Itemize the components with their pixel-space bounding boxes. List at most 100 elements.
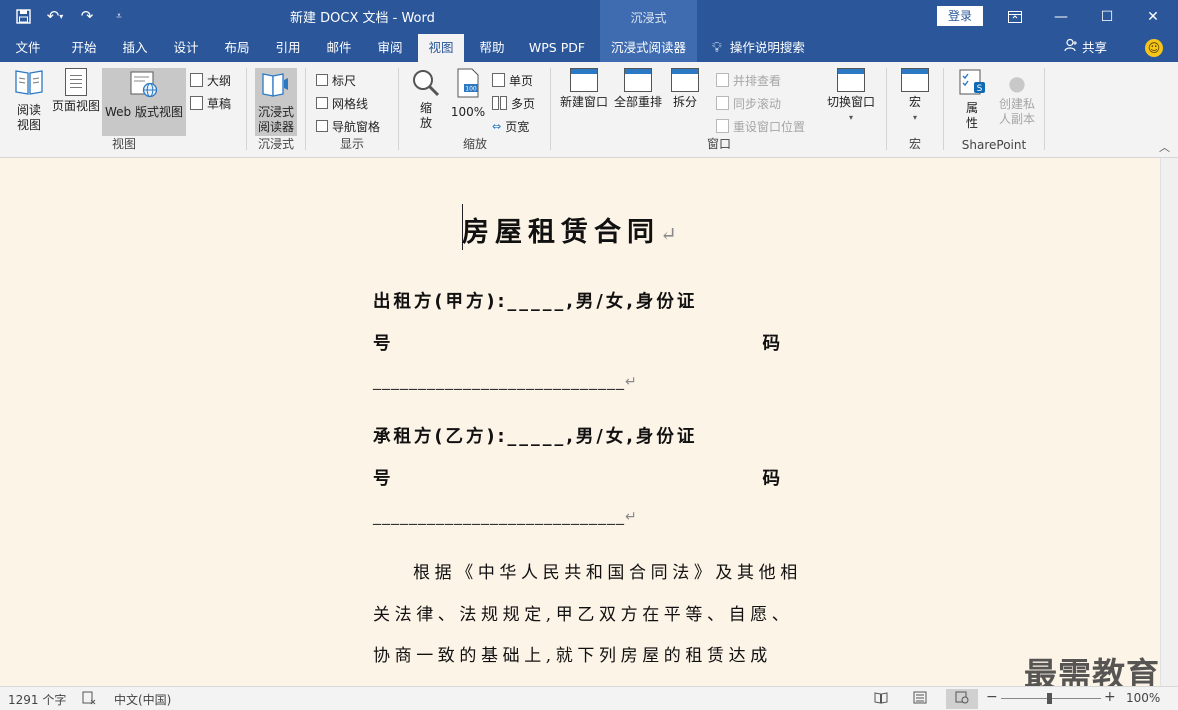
ruler-check-icon [316,74,328,86]
maximize-icon[interactable]: ☐ [1084,0,1130,34]
print-layout-button[interactable]: 页面视图 [50,68,102,134]
tell-me-search[interactable]: 💡︎ 操作说明搜索 [712,34,805,62]
language-indicator[interactable]: 中文(中国) [114,691,171,708]
sync-scroll-button[interactable]: 同步滚动 [716,93,781,113]
split-button[interactable]: 拆分 [666,68,704,134]
tab-insert[interactable]: 插入 [111,34,159,62]
read-mode-status-icon[interactable] [874,691,888,707]
draft-button[interactable]: 草稿 [190,93,231,113]
outline-button[interactable]: 大纲 [190,70,231,90]
gridlines-label: 网格线 [332,96,369,111]
outline-icon [190,73,203,87]
arrange-all-label: 全部重排 [613,95,662,109]
side-by-side-button[interactable]: 并排查看 [716,70,781,90]
context-tab-group-label: 沉浸式 [600,0,697,34]
gridlines-check-icon [316,97,328,109]
web-layout-button[interactable]: Web 版式视图 [102,68,186,136]
switch-windows-button[interactable]: 切换窗口 ▾ [822,68,880,136]
ribbon-display-options-icon[interactable] [992,0,1038,34]
arrange-all-button[interactable]: 全部重排 [612,68,664,134]
show-group: 标尺 网格线 导航窗格 显示 [308,66,396,154]
immersive-group-label: 沉浸式 [257,137,294,151]
tab-file[interactable]: 文件 [4,34,52,62]
nav-pane-checkbox[interactable]: 导航窗格 [316,116,380,136]
zoom-100-icon: 100 [448,68,488,102]
zoom-100-label: 100% [450,105,486,119]
tab-design[interactable]: 设计 [162,34,210,62]
print-layout-status-icon[interactable] [913,691,927,707]
one-page-button[interactable]: 单页 [492,70,533,90]
switch-windows-icon [837,68,865,92]
person-icon [1064,34,1078,62]
save-icon[interactable] [10,4,36,28]
new-window-button[interactable]: 新建窗口 [558,68,610,134]
zoom-in-icon[interactable]: + [1104,689,1116,705]
paragraph-mark: ↵ [660,222,683,246]
zoom-100-button[interactable]: 100 100% [448,68,488,136]
word-count[interactable]: 1291 个字 [8,691,66,708]
close-icon[interactable]: ✕ [1130,0,1176,34]
tab-immersive-reader[interactable]: 沉浸式阅读器 [600,34,697,62]
web-layout-label: Web 版式视图 [105,105,183,119]
tab-mailings[interactable]: 邮件 [315,34,363,62]
feedback-smiley-icon[interactable]: ☺ [1145,39,1163,57]
lessor-line-2: 号 码 [373,330,783,355]
read-mode-label: 阅读 视图 [16,103,41,132]
macros-group: 宏 ▾ 宏 [890,66,940,154]
zoom-out-icon[interactable]: − [986,689,998,705]
tab-home[interactable]: 开始 [60,34,108,62]
multi-page-icon [492,96,507,110]
tab-view[interactable]: 视图 [418,34,464,62]
sync-scroll-icon [716,96,729,110]
tab-wps-pdf[interactable]: WPS PDF [522,34,592,62]
nav-pane-check-icon [316,120,328,132]
document-heading: 房屋租赁合同↵ [462,210,683,249]
print-layout-icon [65,68,87,96]
tab-help[interactable]: 帮助 [468,34,516,62]
document-area[interactable]: 房屋租赁合同↵ 出租方(甲方):_____,男/女,身份证 号 码 ______… [0,158,1160,686]
zoom-level[interactable]: 100% [1126,691,1160,705]
separator [886,68,887,150]
magnifier-icon [406,68,446,102]
properties-button[interactable]: S 属 性 [952,68,992,136]
lessee-line-1: 承租方(乙方):_____,男/女,身份证 [373,427,698,447]
vertical-scrollbar[interactable] [1160,158,1178,686]
collapse-ribbon-icon[interactable]: ︿ [1159,139,1170,155]
web-layout-status-icon[interactable] [946,689,978,709]
page-width-label: 页宽 [505,119,530,134]
proofing-icon[interactable] [82,691,96,708]
undo-icon[interactable]: ↶ ▾ [42,4,68,28]
lessor-line-2-right: 码 [762,334,783,354]
window-group-label: 窗口 [706,137,731,151]
ribbon-tabs: 文件 开始 插入 设计 布局 引用 邮件 审阅 视图 帮助 WPS PDF 沉浸… [0,34,1178,62]
private-copy-button[interactable]: ● 创建私 人副本 [994,68,1040,136]
macros-button[interactable]: 宏 ▾ [894,68,936,136]
tab-references[interactable]: 引用 [264,34,312,62]
ruler-checkbox[interactable]: 标尺 [316,70,356,90]
macros-label: 宏 [908,95,921,109]
sharepoint-group-label: SharePoint [961,138,1027,152]
nav-pane-label: 导航窗格 [332,119,381,134]
switch-windows-label: 切换窗口 [826,95,875,109]
reset-position-button[interactable]: 重设窗口位置 [716,116,805,136]
share-button[interactable]: 共享 [1064,34,1107,62]
sharepoint-group: S 属 性 ● 创建私 人副本 SharePoint [946,66,1042,154]
multi-page-button[interactable]: 多页 [492,93,535,113]
immersive-reader-button[interactable]: 沉浸式 阅读器 [255,68,297,136]
body-line-3: 协商一致的基础上,就下列房屋的租赁达成 [373,646,772,666]
gridlines-checkbox[interactable]: 网格线 [316,93,368,113]
new-window-label: 新建窗口 [559,95,608,109]
minimize-icon[interactable]: — [1038,0,1084,34]
page-width-button[interactable]: ⇔ 页宽 [492,116,529,136]
zoom-slider-thumb[interactable] [1047,693,1052,704]
tab-review[interactable]: 审阅 [366,34,414,62]
tab-layout[interactable]: 布局 [213,34,261,62]
zoom-button[interactable]: 缩 放 [406,68,446,136]
chevron-down-icon: ▾ [848,113,853,122]
login-button[interactable]: 登录 [937,6,983,26]
one-page-icon [492,73,505,87]
redo-icon[interactable]: ↷ [74,4,100,28]
ribbon: 阅读 视图 页面视图 Web 版式视图 大纲 草稿 视图 沉浸式 阅读器 沉浸式… [0,62,1178,158]
read-mode-button[interactable]: 阅读 视图 [8,68,50,134]
customize-qat-icon[interactable]: ⩡ [106,4,132,28]
